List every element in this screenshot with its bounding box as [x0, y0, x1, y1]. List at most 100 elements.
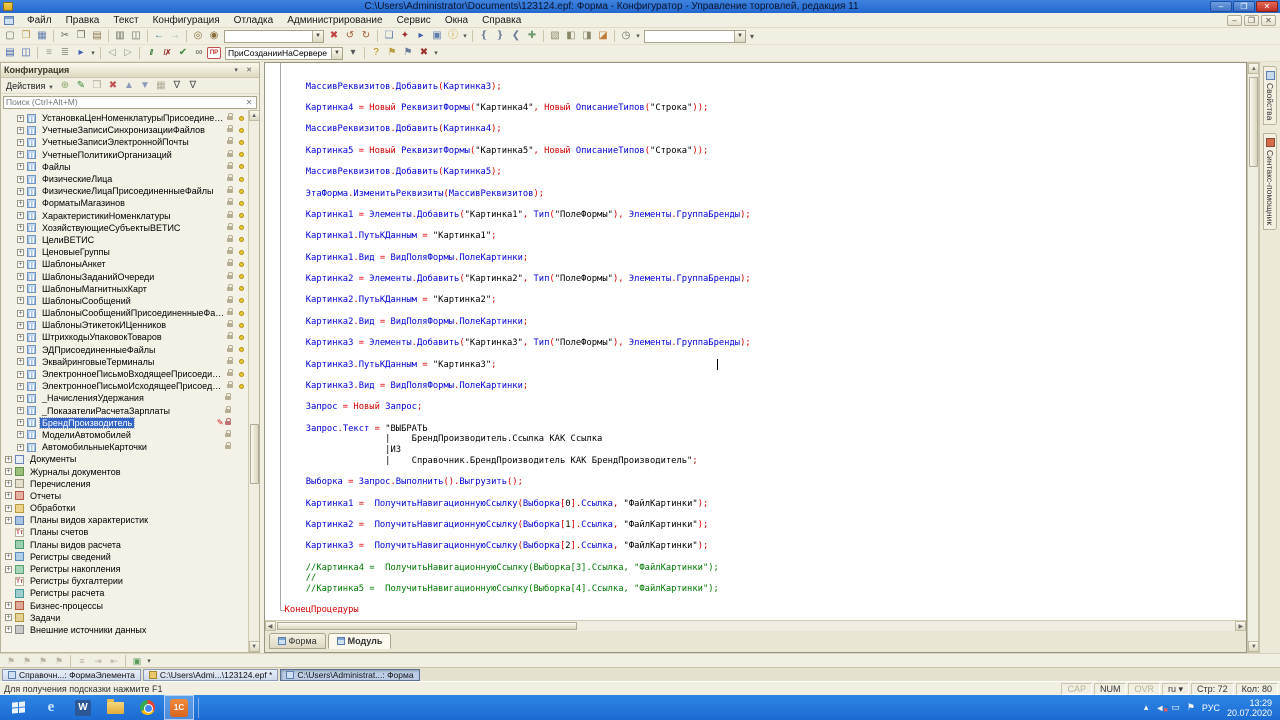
secondary-combobox[interactable]: ▼: [644, 29, 746, 43]
paste-icon[interactable]: ▤: [89, 29, 105, 43]
cut-icon[interactable]: ✂: [57, 29, 73, 43]
tree-item[interactable]: + ЦелиВЕТИС: [1, 234, 248, 246]
form-icon[interactable]: ◫: [18, 46, 34, 60]
tree-item[interactable]: + ШаблоныЗаданийОчереди: [1, 270, 248, 282]
tree-item[interactable]: + БрендПроизводитель ✎: [1, 416, 248, 429]
restore-icon[interactable]: ❐: [1233, 1, 1255, 12]
tree-item[interactable]: + ФизическиеЛицаПрисоединенныеФайлы: [1, 185, 248, 197]
expand-icon[interactable]: +: [5, 492, 12, 500]
ie-icon[interactable]: e: [36, 695, 66, 720]
tree-item[interactable]: + ЭлектронноеПисьмоВходящееПрисоединенные…: [1, 368, 248, 380]
bookmark-icon[interactable]: ⚑: [384, 46, 400, 60]
add-window-icon[interactable]: ▣: [129, 655, 145, 667]
editor-tab-модуль[interactable]: Модуль: [327, 633, 392, 649]
tree-root-accumreg[interactable]: + Регистры накопления: [1, 563, 248, 575]
mdi-restore-icon[interactable]: ❐: [1244, 14, 1259, 26]
editor-scrollbar-thumb[interactable]: [1249, 77, 1259, 167]
next-bookmark-icon[interactable]: ⚑: [400, 46, 416, 60]
search-input[interactable]: [225, 30, 312, 42]
goto-definition-icon[interactable]: ▸: [73, 46, 89, 60]
minimize-icon[interactable]: –: [1210, 1, 1232, 12]
menu-окна[interactable]: Окна: [438, 13, 475, 28]
print-icon[interactable]: ▥: [112, 29, 128, 43]
expand-icon[interactable]: +: [17, 358, 24, 366]
shift-right-mini-icon[interactable]: ⇥: [90, 655, 106, 667]
close-window-icon[interactable]: ◪: [595, 29, 611, 43]
expand-icon[interactable]: +: [17, 333, 24, 341]
expand-icon[interactable]: +: [17, 370, 24, 378]
scroll-up-icon[interactable]: ▲: [248, 110, 259, 121]
next-procedure-icon[interactable]: ❵: [492, 29, 508, 43]
flag-icon-1[interactable]: ⚑: [3, 655, 19, 667]
flag-icon-3[interactable]: ⚑: [35, 655, 51, 667]
comment-icon[interactable]: //: [143, 46, 159, 60]
procedures-list-icon[interactable]: ∞: [191, 46, 207, 60]
syntax-helper-dock-tab[interactable]: Синтакс-помощник: [1263, 133, 1278, 231]
proc-dropdown-icon[interactable]: ▾: [345, 46, 361, 60]
clear-bookmarks-icon[interactable]: ✖: [416, 46, 432, 60]
tree-root-bp[interactable]: + Бизнес-процессы: [1, 600, 248, 612]
tree-root-accounts[interactable]: Тт Планы счетов: [1, 526, 248, 538]
editor-tab-форма[interactable]: Форма: [268, 633, 326, 649]
menu-сервис[interactable]: Сервис: [390, 13, 438, 28]
expand-icon[interactable]: +: [17, 151, 24, 159]
timer-icon-dropdown[interactable]: ▾: [634, 32, 642, 40]
chrome-icon[interactable]: [132, 695, 162, 720]
window-tab[interactable]: Справочн...: ФормаЭлемента: [2, 668, 141, 681]
expand-icon[interactable]: +: [5, 626, 12, 634]
scroll-left-icon[interactable]: ◀: [264, 621, 276, 631]
expand-icon[interactable]: +: [17, 285, 24, 293]
panel-close-icon[interactable]: ✕: [243, 65, 256, 76]
properties-dock-tab[interactable]: Свойства: [1263, 66, 1278, 126]
tray-expand-icon[interactable]: ▴: [1144, 702, 1149, 713]
copy-icon[interactable]: ❒: [73, 29, 89, 43]
timer-icon[interactable]: ◷: [618, 29, 634, 43]
tree-item[interactable]: + ШаблоныЭтикетокИЦенников: [1, 319, 248, 331]
module-icon[interactable]: ▤: [2, 46, 18, 60]
find-in-files-icon[interactable]: ◉: [206, 29, 222, 43]
expand-icon[interactable]: +: [17, 212, 24, 220]
goto-definition-icon-dropdown[interactable]: ▾: [89, 49, 97, 57]
search-combobox[interactable]: ▼: [224, 29, 324, 43]
window-tile-icon[interactable]: ◧: [563, 29, 579, 43]
filter-settings-icon[interactable]: ∇: [185, 79, 201, 93]
tree-root-accreg[interactable]: Тт Регистры бухгалтерии: [1, 575, 248, 587]
tree-item[interactable]: + ФорматыМагазинов: [1, 197, 248, 209]
mdi-minimize-icon[interactable]: –: [1227, 14, 1242, 26]
delete-icon[interactable]: ✖: [105, 79, 121, 93]
window-tab[interactable]: C:\Users\Admi...\123124.epf *: [142, 668, 279, 681]
mdi-close-icon[interactable]: ✕: [1261, 14, 1276, 26]
goto-line-icon[interactable]: ❮: [508, 29, 524, 43]
tree-item[interactable]: + АвтомобильныеКарточки: [1, 441, 248, 453]
clear-bookmarks-icon-dropdown[interactable]: ▾: [432, 49, 440, 57]
expand-icon[interactable]: +: [17, 175, 24, 183]
shift-left-mini-icon[interactable]: ⇤: [106, 655, 122, 667]
tree-root-calc[interactable]: Планы видов расчета: [1, 539, 248, 551]
expand-icon[interactable]: +: [17, 407, 24, 415]
scroll-down-icon[interactable]: ▼: [248, 641, 259, 652]
menu-файл[interactable]: Файл: [20, 13, 59, 28]
save-icon[interactable]: ▦: [34, 29, 50, 43]
window-tab[interactable]: C:\Users\Administrat...: Форма: [280, 668, 420, 681]
start-button[interactable]: [0, 695, 36, 720]
tree-item[interactable]: + ФизическиеЛица: [1, 173, 248, 185]
expand-icon[interactable]: +: [17, 443, 24, 451]
find-next-icon[interactable]: ↻: [358, 29, 374, 43]
tree-item[interactable]: + УстановкаЦенНоменклатурыПрисоединенные.…: [1, 112, 248, 124]
expand-icon[interactable]: +: [17, 321, 24, 329]
clock[interactable]: 13:29 20.07.2020: [1227, 698, 1272, 718]
expand-icon[interactable]: +: [17, 187, 24, 195]
tree-item[interactable]: + УчетныеЗаписиСинхронизацииФайлов: [1, 124, 248, 136]
menu-справка[interactable]: Справка: [475, 13, 528, 28]
add-window-icon-dropdown[interactable]: ▾: [145, 657, 153, 665]
child-window-icon[interactable]: [4, 15, 14, 25]
tree-item[interactable]: + ЦеновыеГруппы: [1, 246, 248, 258]
flag-icon-2[interactable]: ⚑: [19, 655, 35, 667]
expand-icon[interactable]: +: [17, 394, 24, 402]
syntax-help-icon[interactable]: ?: [368, 46, 384, 60]
expand-icon[interactable]: +: [5, 468, 12, 476]
tree-root-inforeg[interactable]: + Регистры сведений: [1, 551, 248, 563]
secondary-combo-input[interactable]: [645, 30, 734, 42]
expand-icon[interactable]: +: [5, 565, 12, 573]
tree-item[interactable]: + _НачисленияУдержания: [1, 392, 248, 404]
